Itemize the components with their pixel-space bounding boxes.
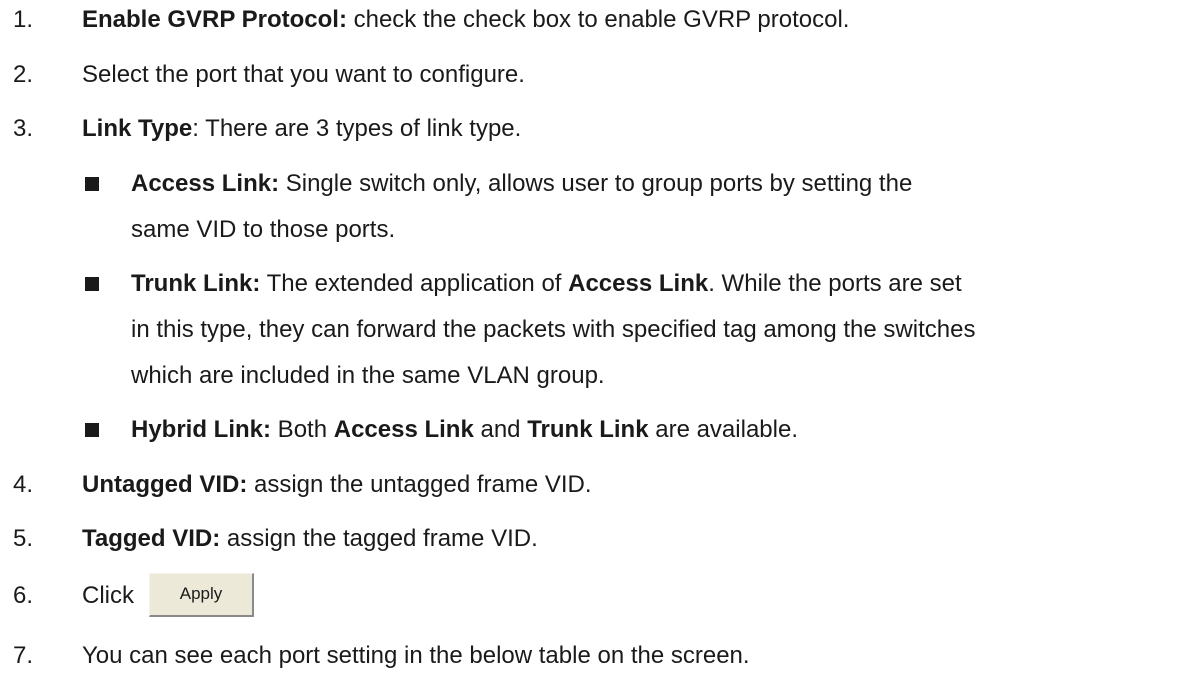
step-text: You can see each port setting in the bel… — [82, 642, 750, 669]
step-number: 3. — [13, 115, 34, 142]
apply-button[interactable]: Apply — [149, 573, 254, 617]
link-type-term: Access Link: — [131, 170, 280, 197]
step-number: 6. — [13, 582, 34, 609]
step-description: : There are 3 types of link type. — [192, 115, 522, 142]
link-type-description: and — [473, 416, 528, 443]
step-number: 1. — [13, 6, 34, 33]
step-description: assign the untagged frame VID. — [247, 471, 592, 498]
step-term: Tagged VID: — [82, 525, 221, 552]
link-type-term: Trunk Link: — [131, 270, 261, 297]
step-description: check the check box to enable GVRP proto… — [346, 6, 850, 33]
link-type-term: Hybrid Link: — [131, 416, 272, 443]
square-bullet-icon — [85, 423, 99, 437]
step-term: Enable GVRP Protocol: — [82, 6, 347, 33]
step-number: 7. — [13, 642, 34, 669]
link-type-text: Access Link: Single switch only, allows … — [131, 170, 912, 198]
step-text: Untagged VID: assign the untagged frame … — [82, 471, 592, 499]
link-type-description: . While the ports are set — [708, 270, 962, 297]
link-type-reference: Trunk Link — [527, 416, 649, 443]
link-type-description: Both — [271, 416, 334, 443]
step-description: assign the tagged frame VID. — [220, 525, 538, 552]
link-type-text: Hybrid Link: Both Access Link and Trunk … — [131, 416, 798, 444]
document-page: 1. Enable GVRP Protocol: check the check… — [0, 0, 1199, 683]
link-type-text: Trunk Link: The extended application of … — [131, 270, 962, 298]
step-text: Select the port that you want to configu… — [82, 61, 525, 88]
step-term: Untagged VID: — [82, 471, 248, 498]
link-type-description: Single switch only, allows user to group… — [279, 170, 913, 197]
link-type-description: The extended application of — [260, 270, 569, 297]
step-text: Enable GVRP Protocol: check the check bo… — [82, 6, 849, 34]
step-term: Link Type — [82, 115, 193, 142]
step-text: Click — [82, 582, 134, 609]
square-bullet-icon — [85, 177, 99, 191]
step-number: 5. — [13, 525, 34, 552]
square-bullet-icon — [85, 277, 99, 291]
link-type-reference: Access Link — [333, 416, 474, 443]
link-type-trunk-continuation: in this type, they can forward the packe… — [131, 316, 976, 343]
link-type-trunk-continuation: which are included in the same VLAN grou… — [131, 362, 605, 389]
link-type-reference: Access Link — [568, 270, 709, 297]
link-type-access-continuation: same VID to those ports. — [131, 216, 396, 243]
step-text: Tagged VID: assign the tagged frame VID. — [82, 525, 538, 553]
step-number: 4. — [13, 471, 34, 498]
link-type-description: are available. — [648, 416, 798, 443]
step-text: Link Type: There are 3 types of link typ… — [82, 115, 521, 143]
step-number: 2. — [13, 61, 34, 88]
